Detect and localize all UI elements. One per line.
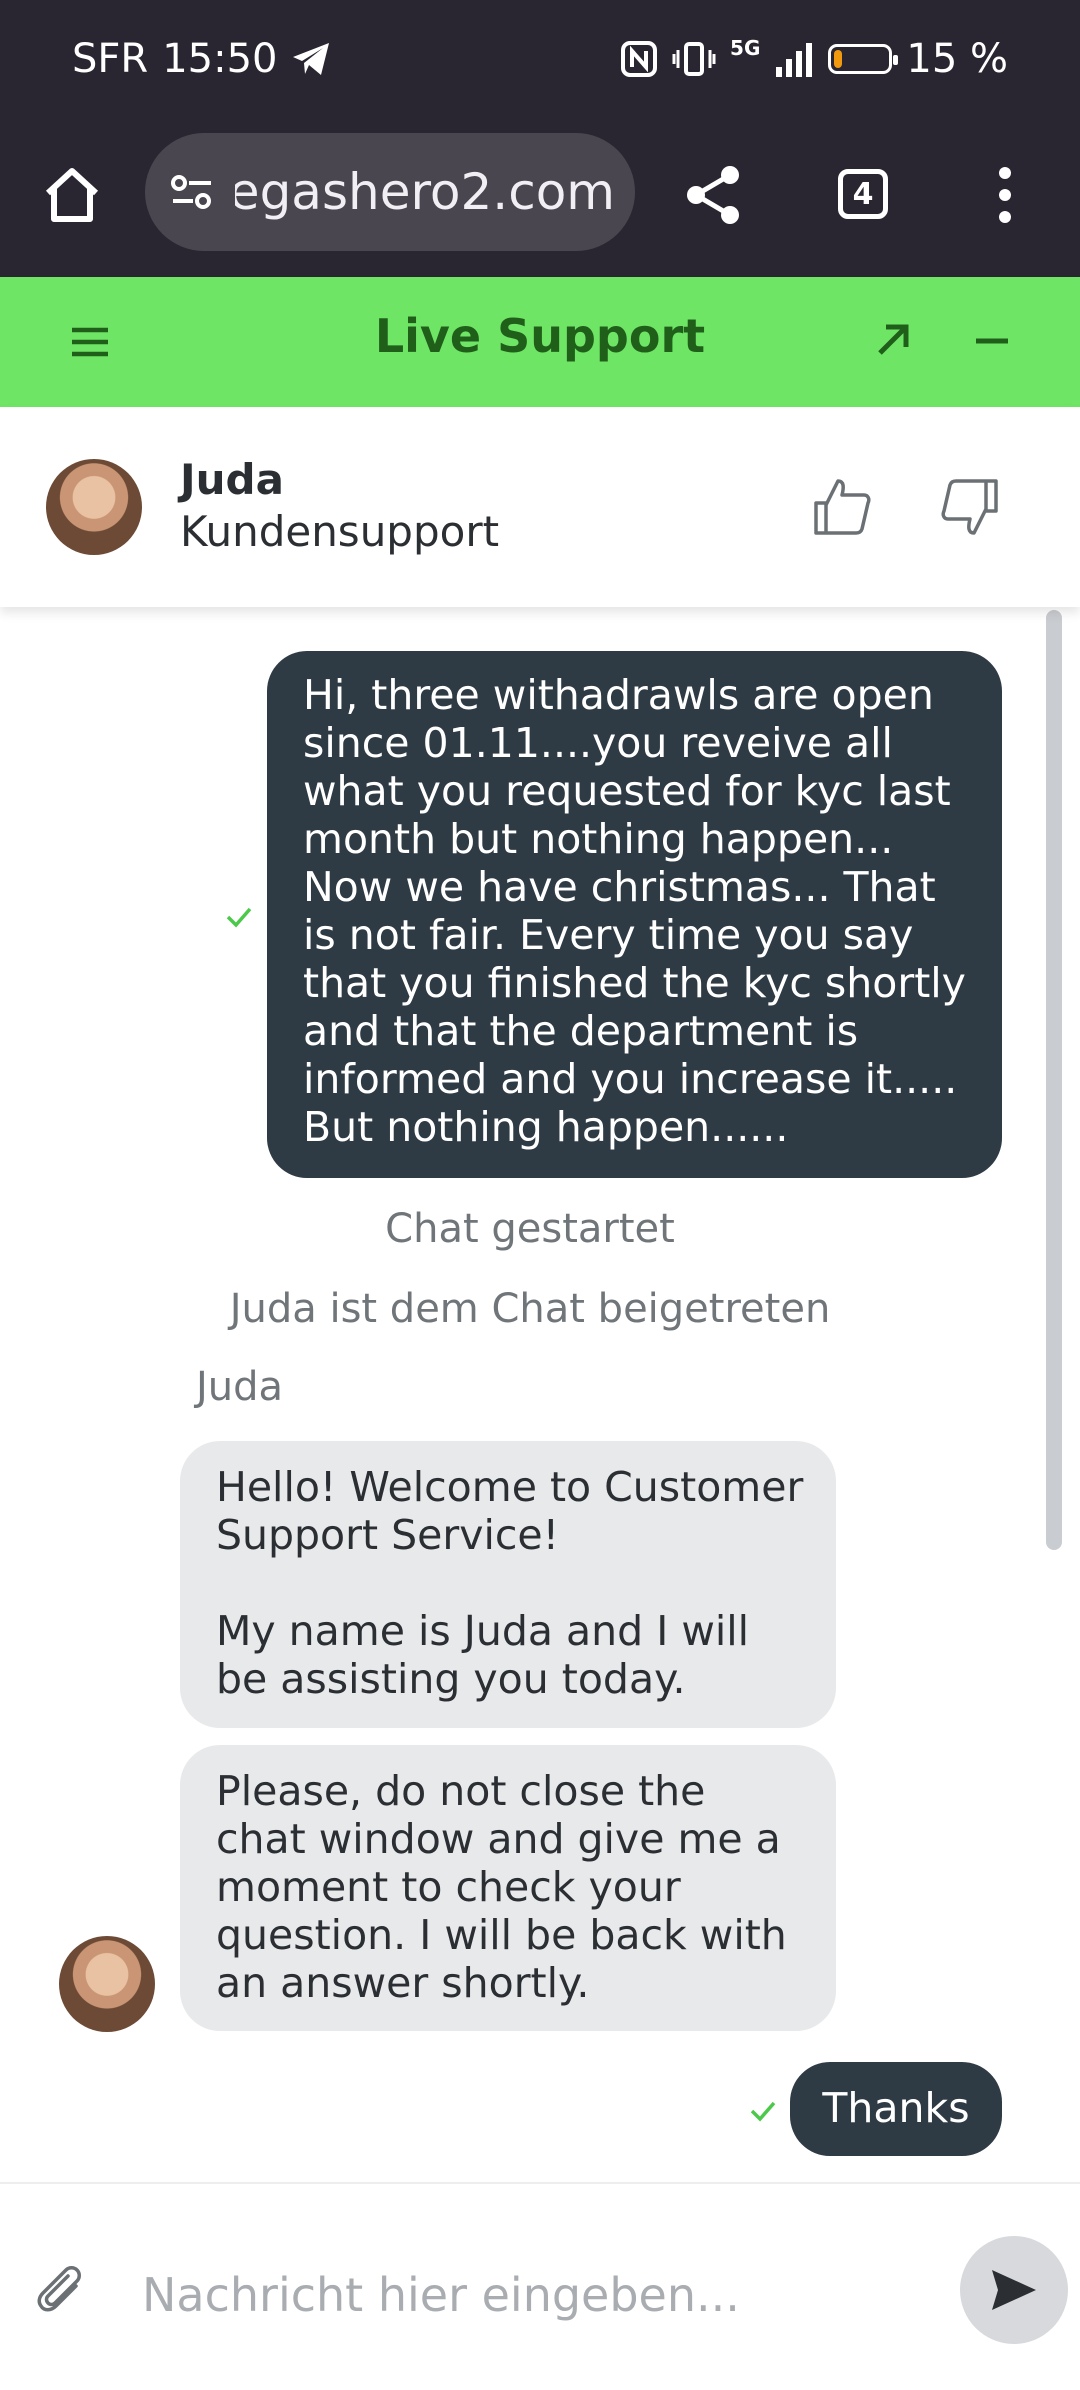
tab-count: 4 (852, 176, 874, 212)
avatar (59, 1936, 155, 2032)
site-settings-icon[interactable] (167, 167, 217, 217)
read-check-icon (750, 2101, 776, 2122)
tabs-icon[interactable]: 4 (838, 169, 888, 219)
url-text: vegashero2.com (235, 163, 615, 221)
browser-toolbar: vegashero2.com 4 (0, 125, 1080, 277)
attach-icon[interactable] (36, 2264, 88, 2320)
status-left: SFR 15:50 (72, 36, 331, 82)
minimize-icon[interactable] (972, 317, 1012, 361)
address-bar[interactable]: vegashero2.com (145, 133, 635, 251)
avatar (46, 459, 142, 555)
agent-message-bubble: Please, do not close the chat window and… (180, 1745, 836, 2031)
system-chat-started: Chat gestartet (385, 1206, 675, 1252)
agent-header: Juda Kundensupport (0, 407, 1080, 607)
thumbs-down-icon[interactable] (940, 477, 1000, 537)
user-message-bubble: Hi, three withadrawls are open since 01.… (267, 651, 1002, 1178)
battery-level (834, 50, 843, 68)
live-support-header: Live Support (0, 277, 1080, 407)
agent-role: Kundensupport (180, 507, 500, 556)
user-message-bubble: Thanks (790, 2062, 1002, 2156)
network-label: 5G (730, 36, 761, 60)
system-agent-joined: Juda ist dem Chat beigetreten (229, 1286, 831, 1332)
carrier-label: SFR (72, 36, 149, 82)
send-icon (992, 2270, 1036, 2310)
read-check-icon (226, 907, 252, 928)
send-button[interactable] (960, 2236, 1068, 2344)
share-icon[interactable] (682, 163, 746, 227)
home-icon[interactable] (40, 163, 104, 227)
nfc-icon (621, 41, 658, 77)
thumbs-up-icon[interactable] (812, 477, 872, 537)
expand-icon[interactable] (872, 317, 916, 361)
agent-message-bubble: Hello! Welcome to Customer Support Servi… (180, 1441, 836, 1728)
status-right: 5G 15 % (620, 36, 1008, 82)
agent-sender-label: Juda (196, 1364, 284, 1410)
message-input[interactable] (140, 2254, 944, 2336)
battery-icon (828, 44, 899, 74)
more-icon[interactable] (990, 163, 1020, 227)
clock: 15:50 (162, 36, 278, 82)
agent-name: Juda (180, 455, 284, 504)
vibrate-icon (672, 42, 716, 76)
signal-icon (776, 43, 813, 77)
chat-scrollbar[interactable] (1046, 610, 1062, 1550)
telegram-icon (293, 43, 330, 75)
status-bar: SFR 15:50 5G 15 % (0, 0, 1080, 125)
battery-percent: 15 % (906, 36, 1008, 82)
message-composer (0, 2182, 1080, 2390)
live-support-title: Live Support (374, 309, 706, 363)
